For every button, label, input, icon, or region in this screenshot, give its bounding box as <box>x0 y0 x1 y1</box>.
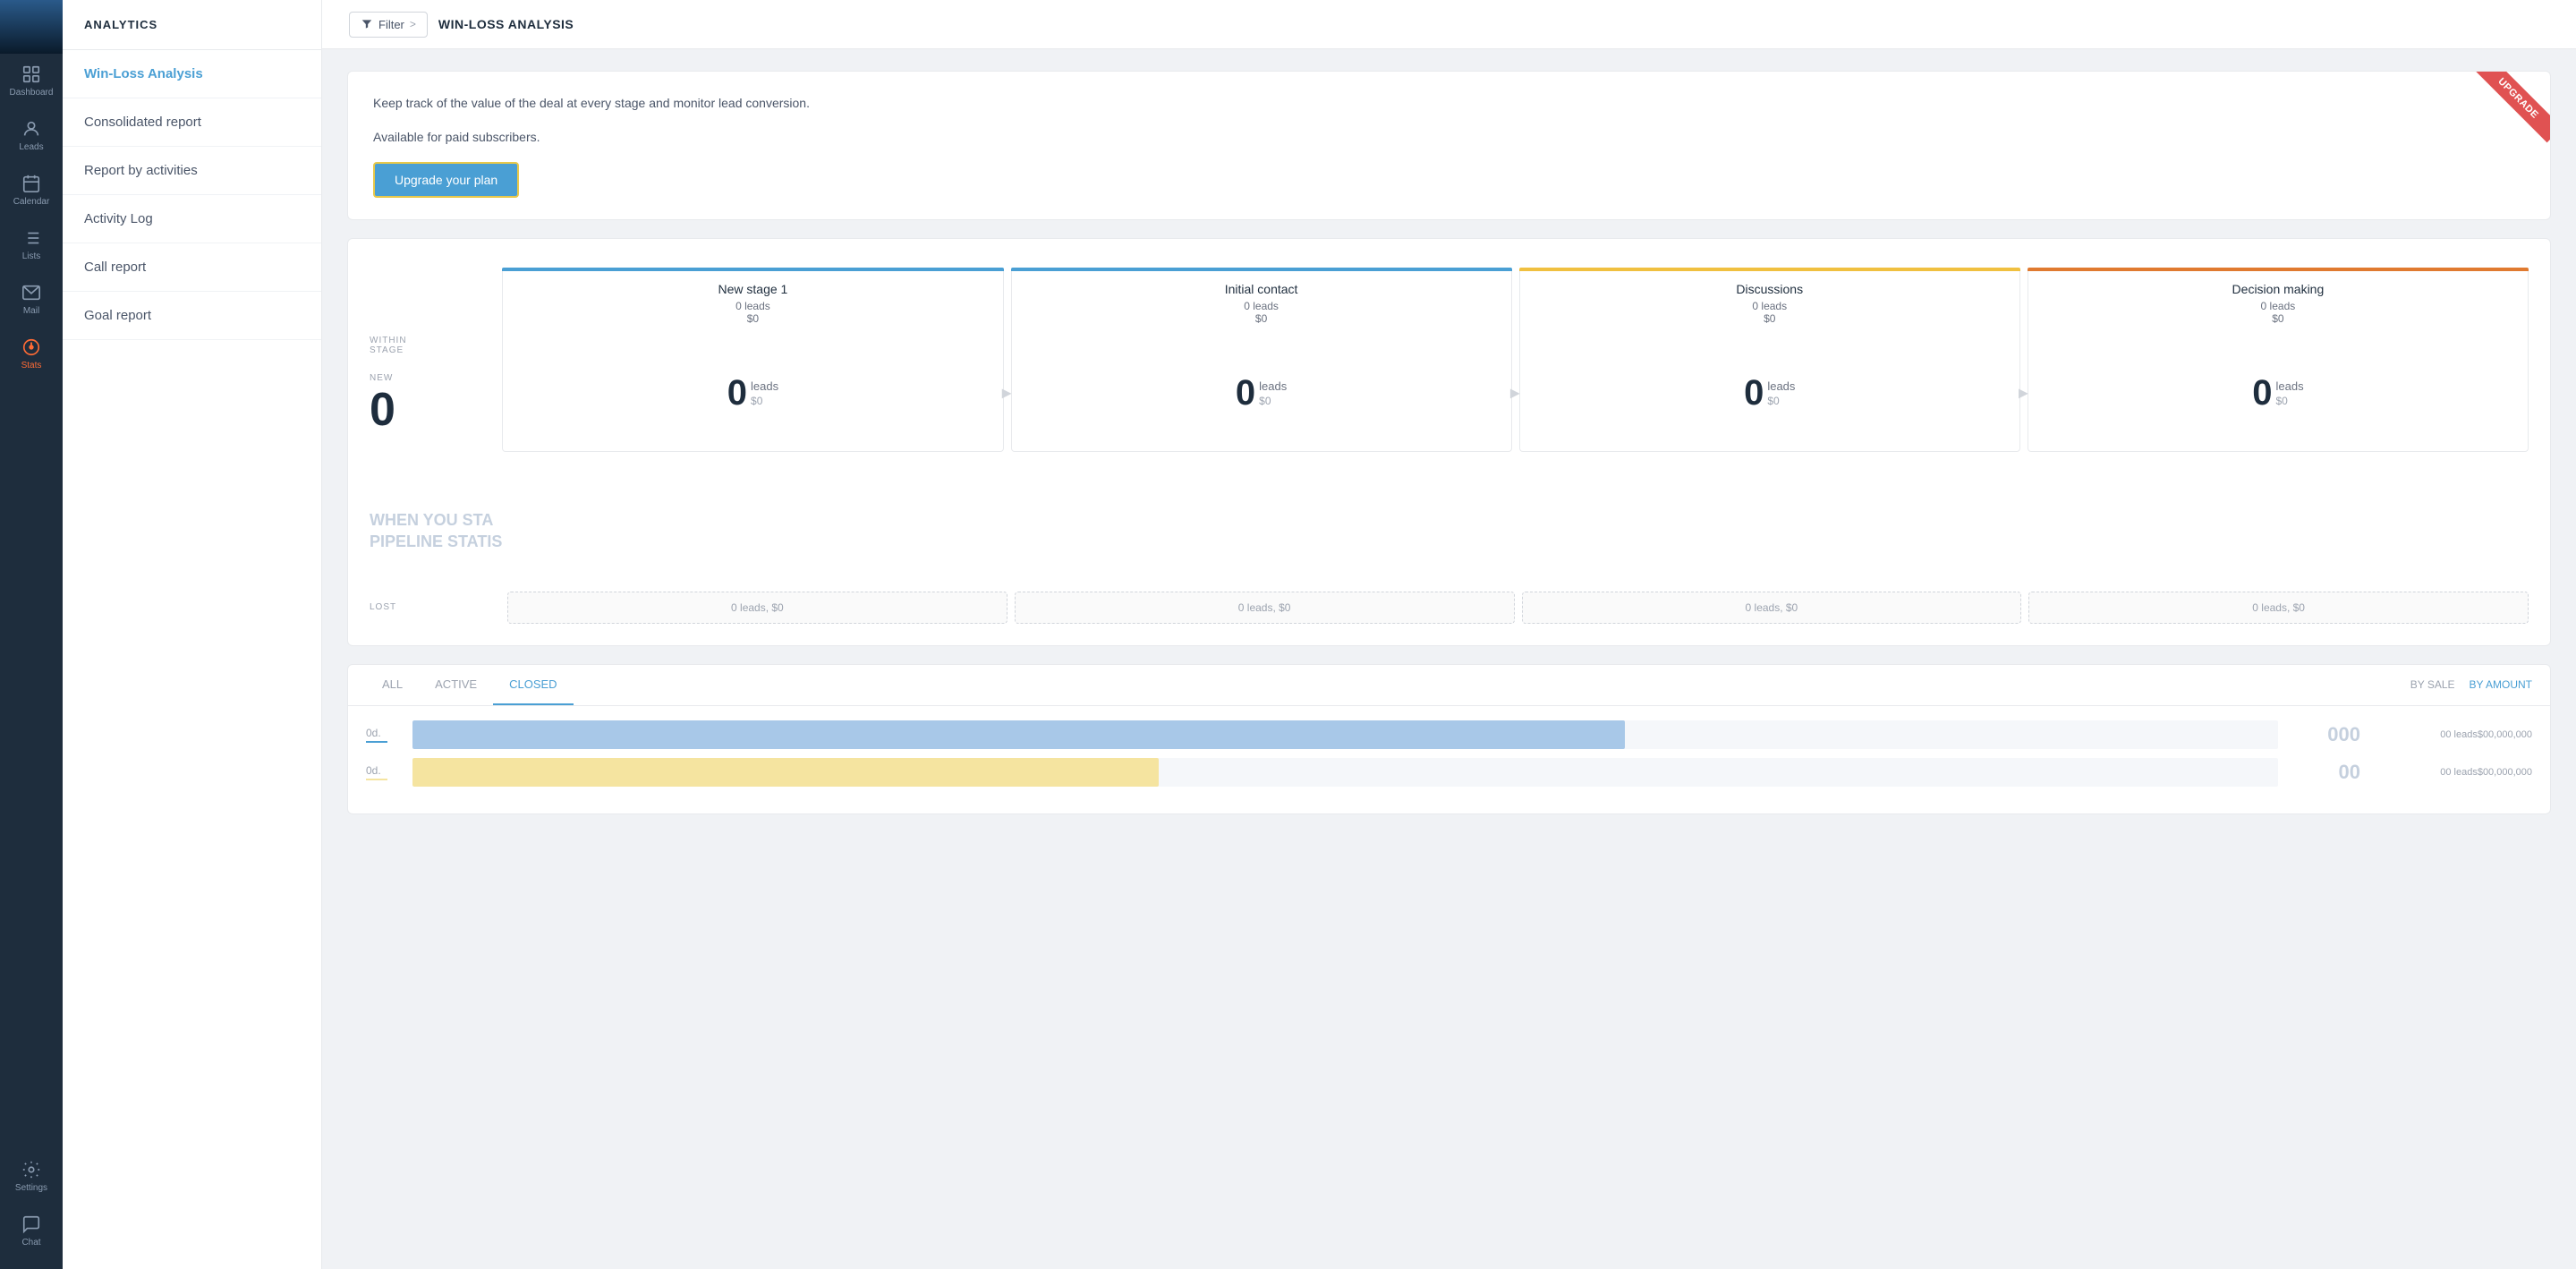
main-content: Filter > WIN-LOSS ANALYSIS Keep track of… <box>322 0 2576 1269</box>
tab-all[interactable]: ALL <box>366 665 419 705</box>
nav-mail-label: Mail <box>23 306 39 316</box>
stage-name-1: Initial contact <box>1023 282 1501 296</box>
within-stage-label: WITHINSTAGE <box>370 336 502 355</box>
upgrade-ribbon: UPGRADE <box>2461 72 2550 161</box>
tab-by-amount[interactable]: BY AMOUNT <box>2470 666 2532 703</box>
nav-calendar[interactable]: Calendar <box>0 163 63 217</box>
sidebar: ANALYTICS Win-Loss Analysis Consolidated… <box>63 0 322 1269</box>
bottom-tabs: ALL ACTIVE CLOSED BY SALE BY AMOUNT <box>348 665 2550 706</box>
stage-header-leads-0: 0 leads <box>514 300 991 312</box>
upgrade-text-1: Keep track of the value of the deal at e… <box>373 93 2525 113</box>
filter-chevron: > <box>410 18 416 30</box>
icon-nav: Dashboard Leads Calendar Lists Mail Stat… <box>0 0 63 1269</box>
stage-header-amount-0: $0 <box>514 312 991 325</box>
nav-dashboard[interactable]: Dashboard <box>0 54 63 108</box>
lost-label: LOST <box>370 602 396 612</box>
stage-col-0: New stage 1 0 leads $0 0 leads $0 ▶ <box>502 268 1003 452</box>
sidebar-header: ANALYTICS <box>63 0 321 50</box>
tab-active[interactable]: ACTIVE <box>419 665 493 705</box>
chart-row-1: 0d. 00 00 leads$00,000,000 <box>366 758 2532 787</box>
nav-calendar-label: Calendar <box>13 197 50 207</box>
sidebar-item-call-report[interactable]: Call report <box>63 243 321 292</box>
tab-closed[interactable]: CLOSED <box>493 665 573 705</box>
filter-button[interactable]: Filter > <box>349 12 428 38</box>
nav-stats[interactable]: Stats <box>0 327 63 381</box>
bottom-chart: 0d. 000 00 leads$00,000,000 0d. 00 00 le… <box>348 706 2550 813</box>
lost-cell-1: 0 leads, $0 <box>1015 592 1515 624</box>
lost-cell-0: 0 leads, $0 <box>507 592 1007 624</box>
sidebar-item-goal-report[interactable]: Goal report <box>63 292 321 340</box>
nav-chat-label: Chat <box>21 1238 40 1248</box>
tab-actions: BY SALE BY AMOUNT <box>2410 666 2532 703</box>
nav-mail[interactable]: Mail <box>0 272 63 327</box>
sidebar-item-report-activities[interactable]: Report by activities <box>63 147 321 195</box>
chart-row-0: 0d. 000 00 leads$00,000,000 <box>366 720 2532 749</box>
sidebar-item-win-loss[interactable]: Win-Loss Analysis <box>63 50 321 98</box>
stage-header-amount-2: $0 <box>1531 312 2009 325</box>
nav-dashboard-label: Dashboard <box>10 88 54 98</box>
stage-col-1: Initial contact 0 leads $0 0 leads $0 ▶ <box>1011 268 1512 452</box>
pipeline-section: WITHINSTAGE NEW 0 WHEN YOU STAPIPELINE S… <box>347 238 2551 646</box>
stage-header-leads-1: 0 leads <box>1023 300 1501 312</box>
stage-name-2: Discussions <box>1531 282 2009 296</box>
upgrade-text-2: Available for paid subscribers. <box>373 127 2525 147</box>
stage-count-2: 0 <box>1744 373 1764 413</box>
lost-row: LOST 0 leads, $00 leads, $00 leads, $00 … <box>370 592 2529 624</box>
lost-cell-3: 0 leads, $0 <box>2028 592 2529 624</box>
stage-header-leads-3: 0 leads <box>2039 300 2517 312</box>
nav-leads-label: Leads <box>19 142 43 152</box>
filter-icon <box>361 18 373 30</box>
stage-count-3: 0 <box>2252 373 2272 413</box>
top-bar: Filter > WIN-LOSS ANALYSIS <box>322 0 2576 49</box>
nav-lists[interactable]: Lists <box>0 217 63 272</box>
stage-name-0: New stage 1 <box>514 282 991 296</box>
stage-header-amount-1: $0 <box>1023 312 1501 325</box>
new-count: 0 <box>370 387 502 433</box>
new-label: NEW <box>370 373 502 383</box>
bottom-section: ALL ACTIVE CLOSED BY SALE BY AMOUNT 0d. <box>347 664 2551 814</box>
pipeline-placeholder: WHEN YOU STAPIPELINE STATIS <box>370 510 502 552</box>
upgrade-ribbon-text: UPGRADE <box>2475 72 2550 142</box>
stage-count-0: 0 <box>727 373 747 413</box>
nav-settings-label: Settings <box>15 1183 47 1193</box>
upgrade-button[interactable]: Upgrade your plan <box>373 162 519 198</box>
stage-header-amount-3: $0 <box>2039 312 2517 325</box>
stage-col-2: Discussions 0 leads $0 0 leads $0 ▶ <box>1519 268 2020 452</box>
nav-settings[interactable]: Settings <box>0 1149 63 1204</box>
nav-leads[interactable]: Leads <box>0 108 63 163</box>
nav-chat[interactable]: Chat <box>0 1204 63 1258</box>
tab-by-sale[interactable]: BY SALE <box>2410 666 2455 703</box>
stage-count-1: 0 <box>1236 373 1255 413</box>
sidebar-item-activity-log[interactable]: Activity Log <box>63 195 321 243</box>
upgrade-banner: Keep track of the value of the deal at e… <box>347 71 2551 220</box>
content-area: Keep track of the value of the deal at e… <box>322 49 2576 1269</box>
sidebar-item-consolidated[interactable]: Consolidated report <box>63 98 321 147</box>
stage-header-leads-2: 0 leads <box>1531 300 2009 312</box>
nav-stats-label: Stats <box>21 361 42 370</box>
nav-lists-label: Lists <box>22 251 41 261</box>
page-title: WIN-LOSS ANALYSIS <box>438 17 574 31</box>
logo-area <box>0 0 63 54</box>
stage-col-3: Decision making 0 leads $0 0 leads $0 <box>2028 268 2529 452</box>
stages-container: New stage 1 0 leads $0 0 leads $0 ▶ Init… <box>502 268 2529 452</box>
lost-cell-2: 0 leads, $0 <box>1522 592 2022 624</box>
stage-name-3: Decision making <box>2039 282 2517 296</box>
